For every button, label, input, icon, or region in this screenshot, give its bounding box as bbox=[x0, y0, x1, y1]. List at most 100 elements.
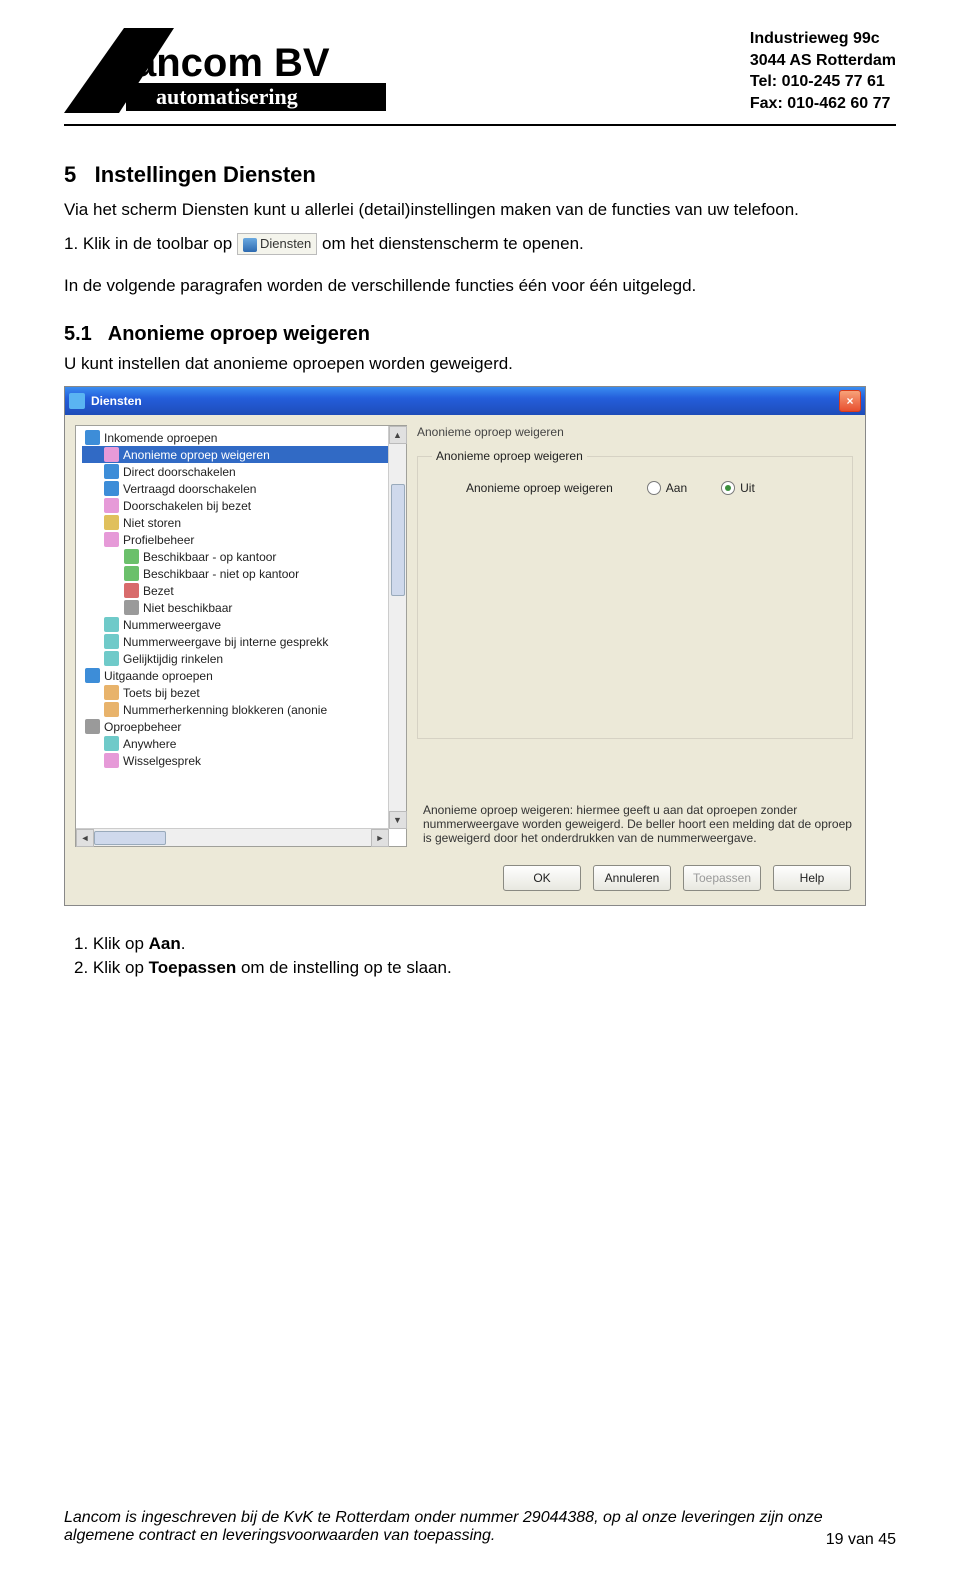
tree-item-icon bbox=[104, 753, 119, 768]
tree-item-label: Wisselgesprek bbox=[123, 754, 201, 768]
tree-item[interactable]: Profielbeheer bbox=[82, 531, 406, 548]
step-bold: Aan bbox=[149, 934, 181, 953]
tree-scroll-area: Inkomende oproepenAnonieme oproep weiger… bbox=[76, 426, 406, 846]
address-line: 3044 AS Rotterdam bbox=[750, 50, 896, 72]
tree-item[interactable]: Nummerherkenning blokkeren (anonie bbox=[82, 701, 406, 718]
section-intro: Via het scherm Diensten kunt u allerlei … bbox=[64, 198, 896, 222]
page-footer: Lancom is ingeschreven bij de KvK te Rot… bbox=[64, 1509, 896, 1549]
tree-item-label: Inkomende oproepen bbox=[104, 431, 217, 445]
tree-item[interactable]: Gelijktijdig rinkelen bbox=[82, 650, 406, 667]
section-intro-2: In de volgende paragrafen worden de vers… bbox=[64, 274, 896, 298]
radio-row: Anonieme oproep weigeren Aan Uit bbox=[466, 481, 838, 495]
settings-groupbox: Anonieme oproep weigeren Anonieme oproep… bbox=[417, 449, 853, 739]
ok-button[interactable]: OK bbox=[503, 865, 581, 891]
tree-item-icon bbox=[104, 651, 119, 666]
tree-item[interactable]: Inkomende oproepen bbox=[82, 429, 406, 446]
step-bold: Toepassen bbox=[149, 958, 237, 977]
logo-text-top: ancom BV bbox=[134, 41, 330, 85]
tree-item[interactable]: Niet beschikbaar bbox=[82, 599, 406, 616]
tree-item-icon bbox=[104, 702, 119, 717]
tree-item-label: Vertraagd doorschakelen bbox=[123, 482, 256, 496]
dialog-button-bar: OK Annuleren Toepassen Help bbox=[65, 857, 865, 905]
tree-item-label: Doorschakelen bij bezet bbox=[123, 499, 251, 513]
scroll-down-icon[interactable]: ▼ bbox=[389, 811, 407, 829]
tree-horizontal-scrollbar[interactable]: ◄ ► bbox=[76, 828, 389, 846]
instruction-line: 1. Klik in de toolbar op Diensten om het… bbox=[64, 232, 896, 256]
instruction-prefix: 1. Klik in de toolbar op bbox=[64, 234, 237, 253]
tree-item[interactable]: Doorschakelen bij bezet bbox=[82, 497, 406, 514]
tree-item[interactable]: Nummerweergave bij interne gesprekk bbox=[82, 633, 406, 650]
setting-label: Anonieme oproep weigeren bbox=[466, 481, 613, 495]
setting-description: Anonieme oproep weigeren: hiermee geeft … bbox=[415, 797, 855, 847]
tree-item[interactable]: Beschikbaar - op kantoor bbox=[82, 548, 406, 565]
radio-aan[interactable]: Aan bbox=[647, 481, 687, 495]
tree-item-label: Direct doorschakelen bbox=[123, 465, 236, 479]
tree-item-label: Bezet bbox=[143, 584, 174, 598]
tree-item-icon bbox=[104, 736, 119, 751]
tree-item[interactable]: Anonieme oproep weigeren bbox=[82, 446, 406, 463]
tree-item-label: Uitgaande oproepen bbox=[104, 669, 213, 683]
step-suffix: . bbox=[181, 934, 186, 953]
logo-text-bottom: automatisering bbox=[156, 84, 298, 109]
tree-item-label: Nummerweergave bij interne gesprekk bbox=[123, 635, 328, 649]
hscroll-thumb[interactable] bbox=[94, 831, 166, 845]
tree-item[interactable]: Anywhere bbox=[82, 735, 406, 752]
diensten-window: Diensten × Inkomende oproepenAnonieme op… bbox=[64, 386, 866, 906]
tree-item-label: Oproepbeheer bbox=[104, 720, 181, 734]
tree-item[interactable]: Wisselgesprek bbox=[82, 752, 406, 769]
diensten-toolbar-button: Diensten bbox=[237, 233, 317, 255]
window-titlebar[interactable]: Diensten × bbox=[65, 387, 865, 415]
tree-item[interactable]: Oproepbeheer bbox=[82, 718, 406, 735]
tree-item-icon bbox=[104, 464, 119, 479]
page-header: ancom BV automatisering Industrieweg 99c… bbox=[64, 28, 896, 118]
tree-item-icon bbox=[124, 600, 139, 615]
subsection-intro: U kunt instellen dat anonieme oproepen w… bbox=[64, 352, 896, 376]
steps-list: 1. Klik op Aan. 2. Klik op Toepassen om … bbox=[64, 934, 896, 978]
services-tree[interactable]: Inkomende oproepenAnonieme oproep weiger… bbox=[75, 425, 407, 847]
page-number: 19 van 45 bbox=[826, 1531, 896, 1549]
cancel-button[interactable]: Annuleren bbox=[593, 865, 671, 891]
tree-vertical-scrollbar[interactable]: ▲ ▼ bbox=[388, 426, 406, 829]
scroll-left-icon[interactable]: ◄ bbox=[76, 829, 94, 847]
scroll-up-icon[interactable]: ▲ bbox=[389, 426, 407, 444]
vscroll-thumb[interactable] bbox=[391, 484, 405, 596]
tree-item[interactable]: Niet storen bbox=[82, 514, 406, 531]
tree-item[interactable]: Nummerweergave bbox=[82, 616, 406, 633]
tree-item[interactable]: Direct doorschakelen bbox=[82, 463, 406, 480]
section-title: Instellingen Diensten bbox=[95, 162, 316, 187]
window-icon bbox=[69, 393, 85, 409]
section-number: 5 bbox=[64, 162, 76, 187]
tree-item-icon bbox=[85, 668, 100, 683]
tree-item-icon bbox=[104, 532, 119, 547]
subsection-heading: 5.1 Anonieme oproep weigeren bbox=[64, 323, 896, 346]
radio-uit-label: Uit bbox=[740, 481, 755, 495]
tree-item-icon bbox=[124, 549, 139, 564]
scroll-right-icon[interactable]: ► bbox=[371, 829, 389, 847]
close-icon[interactable]: × bbox=[839, 390, 861, 412]
tree-item-icon bbox=[104, 481, 119, 496]
address-line: Tel: 010-245 77 61 bbox=[750, 71, 896, 93]
tree-item[interactable]: Beschikbaar - niet op kantoor bbox=[82, 565, 406, 582]
document-page: ancom BV automatisering Industrieweg 99c… bbox=[0, 0, 960, 1573]
radio-icon bbox=[721, 481, 735, 495]
tree-item-icon bbox=[104, 498, 119, 513]
step-2: 2. Klik op Toepassen om de instelling op… bbox=[90, 958, 896, 978]
tree-item-icon bbox=[104, 447, 119, 462]
apply-button[interactable]: Toepassen bbox=[683, 865, 761, 891]
tree-item[interactable]: Toets bij bezet bbox=[82, 684, 406, 701]
tree-item[interactable]: Uitgaande oproepen bbox=[82, 667, 406, 684]
tree-item[interactable]: Bezet bbox=[82, 582, 406, 599]
help-button[interactable]: Help bbox=[773, 865, 851, 891]
tree-item-label: Anywhere bbox=[123, 737, 176, 751]
radio-aan-label: Aan bbox=[666, 481, 687, 495]
radio-uit[interactable]: Uit bbox=[721, 481, 755, 495]
subsection-title: Anonieme oproep weigeren bbox=[108, 323, 370, 345]
tree-item-icon bbox=[104, 634, 119, 649]
groupbox-legend: Anonieme oproep weigeren bbox=[432, 449, 587, 463]
address-line: Fax: 010-462 60 77 bbox=[750, 93, 896, 115]
window-body: Inkomende oproepenAnonieme oproep weiger… bbox=[65, 415, 865, 857]
tree-item-icon bbox=[124, 566, 139, 581]
tree-item[interactable]: Vertraagd doorschakelen bbox=[82, 480, 406, 497]
tree-item-icon bbox=[85, 719, 100, 734]
tree-item-label: Profielbeheer bbox=[123, 533, 194, 547]
